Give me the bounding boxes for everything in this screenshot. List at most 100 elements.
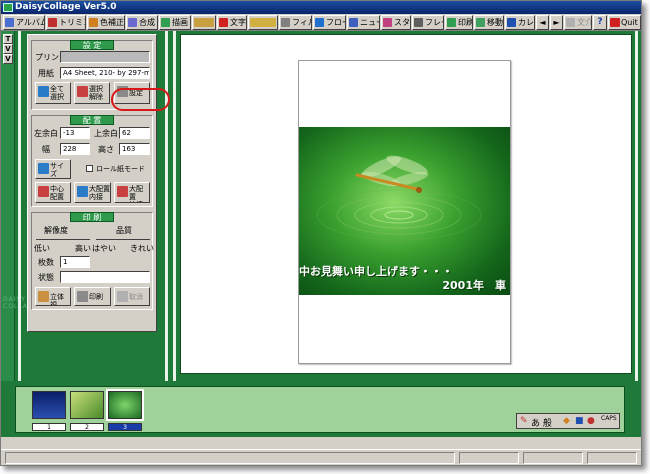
thumbnail-3[interactable] <box>106 389 144 421</box>
tool-stamp-button[interactable]: スタンプ <box>381 15 411 30</box>
select-all-button[interactable]: 全て 選択 <box>35 82 71 104</box>
tool-neuro-button[interactable]: ニューロ <box>347 15 380 30</box>
print-section: 印 刷 解像度 品質 低い 高い はやい きれい 枚数 1 状態 立体視 印刷 … <box>31 212 154 310</box>
thumbnail-1[interactable] <box>32 391 66 419</box>
quit-button[interactable]: Quit <box>608 15 641 30</box>
stereo-view-button[interactable]: 立体視 <box>35 287 71 306</box>
quality-slider[interactable] <box>96 239 150 240</box>
print-title: 印 刷 <box>70 212 114 222</box>
fast-label: はやい <box>92 244 116 253</box>
status-pane-2 <box>459 452 519 464</box>
palette-icon[interactable]: ◆ <box>563 416 570 426</box>
left-strip-v-button[interactable]: V <box>3 44 13 54</box>
main-toolbar: アルバム トリミング 色補正 合成 描画 文字 フィルタ フロート ニューロ ス… <box>1 14 641 31</box>
mini-palette: ✎ あ 般 ◆ ■ ● CAPS <box>516 413 620 429</box>
nav-prev-button[interactable]: ◄ <box>536 15 549 30</box>
tool-composite-button[interactable]: 合成 <box>126 15 158 30</box>
app-window: DaisyCollage Ver5.0 アルバム トリミング 色補正 合成 描画… <box>0 0 642 466</box>
tool-print-button[interactable]: 印刷 <box>445 15 473 30</box>
help-button[interactable]: ? <box>593 15 607 30</box>
thumbnail-3-number[interactable]: 3 <box>108 423 142 431</box>
left-strip-t-button[interactable]: T <box>3 34 13 44</box>
quality-label: 品質 <box>116 226 132 235</box>
tool-move-button[interactable]: 移動 <box>474 15 504 30</box>
frame-icon <box>414 18 423 27</box>
width-label: 幅 <box>42 145 50 154</box>
title-bar: DaisyCollage Ver5.0 <box>1 1 641 14</box>
nav-next-button[interactable]: ► <box>550 15 563 30</box>
tool-image-button[interactable] <box>192 15 216 30</box>
vertical-logo-text: DAISY COLLAGE <box>3 296 37 310</box>
caps-kana-icon[interactable]: CAPS <box>601 415 617 422</box>
low-label: 低い <box>34 244 50 253</box>
deselect-button[interactable]: 選択 解除 <box>74 82 110 104</box>
copies-label: 枚数 <box>38 258 54 267</box>
status-bar <box>1 449 641 465</box>
dragonfly-icon <box>355 155 429 193</box>
printer-name-field[interactable] <box>60 51 150 63</box>
left-strip: T V V DAISY COLLAGE <box>1 31 37 381</box>
paper-sheet[interactable]: 中お見舞い申し上げます・・・ 2001年 車 <box>298 60 511 364</box>
height-label: 高さ <box>98 145 114 154</box>
max-inner-button[interactable]: 大配置 内接 <box>74 182 111 203</box>
book-icon[interactable]: ■ <box>575 416 584 426</box>
tool-style-button[interactable] <box>248 15 278 30</box>
app-icon <box>3 3 13 12</box>
copies-input[interactable]: 1 <box>60 256 90 268</box>
thumbnail-2[interactable] <box>70 391 104 419</box>
window-title: DaisyCollage Ver5.0 <box>15 2 117 12</box>
print-icon <box>447 18 456 27</box>
quit-arrow-icon <box>610 18 620 27</box>
resize-icon <box>38 163 49 174</box>
paper-field[interactable]: A4 Sheet, 210- by 297-mill <box>60 67 150 79</box>
redo-button[interactable]: 文介 <box>564 15 592 30</box>
tool-text-button[interactable]: 文字 <box>217 15 247 30</box>
tool-float-button[interactable]: フロート <box>313 15 346 30</box>
tool-album-button[interactable]: アルバム <box>3 15 45 30</box>
left-margin-input[interactable]: -13 <box>60 127 90 139</box>
left-strip-v2-button[interactable]: V <box>3 54 13 64</box>
high-label: 高い <box>75 244 91 253</box>
pin-icon[interactable]: ✎ <box>520 416 528 426</box>
max-inner-icon <box>77 186 88 197</box>
center-icon <box>38 186 49 197</box>
resize-button[interactable]: サイズ 変更 <box>35 159 71 179</box>
float-icon <box>315 18 324 27</box>
fine-label: きれい <box>130 244 154 253</box>
height-input[interactable]: 163 <box>119 143 150 155</box>
greeting-line1: 中お見舞い申し上げます・・・ <box>299 265 453 278</box>
tool-icon[interactable]: ● <box>587 416 595 426</box>
bottom-strip: 1 2 3 ✎ あ 般 ◆ ■ ● CAPS <box>1 381 641 437</box>
roll-mode-checkbox[interactable] <box>86 165 93 172</box>
print-button[interactable]: 印刷 <box>74 287 111 306</box>
image-icon <box>194 18 214 27</box>
thumbnail-2-number[interactable]: 2 <box>70 423 104 431</box>
tool-frame-button[interactable]: フレーム <box>412 15 444 30</box>
ime-label[interactable]: あ 般 <box>531 416 552 429</box>
dragonfly-photo[interactable]: 中お見舞い申し上げます・・・ 2001年 車 <box>299 127 510 295</box>
highlight-circle <box>111 88 170 111</box>
printer-icon <box>77 291 88 302</box>
max-outer-button[interactable]: 大配置 外接 <box>114 182 150 203</box>
rail-mid1 <box>165 31 168 381</box>
cancel-print-button[interactable]: 取消 <box>114 287 150 306</box>
tool-filter-button[interactable]: フィルタ <box>279 15 312 30</box>
tool-trimming-button[interactable]: トリミング <box>46 15 86 30</box>
print-control-panel: 設 定 プリンタ名 用紙 A4 Sheet, 210- by 297-mill … <box>27 34 170 332</box>
calendar-icon <box>507 18 516 27</box>
tool-draw-button[interactable]: 描画 <box>159 15 191 30</box>
status-label: 状態 <box>38 273 54 282</box>
status-field <box>60 271 150 283</box>
text-icon <box>219 18 228 27</box>
tool-color-correct-button[interactable]: 色補正 <box>87 15 125 30</box>
resolution-slider[interactable] <box>36 239 90 240</box>
select-all-icon <box>38 86 49 97</box>
move-icon <box>476 18 485 27</box>
layout-section: 配 置 左余白 -13 上余白 62 幅 228 高さ 163 サイズ 変更 ロ… <box>31 115 153 207</box>
thumbnail-1-number[interactable]: 1 <box>32 423 66 431</box>
rail-mid2 <box>173 31 176 381</box>
top-margin-input[interactable]: 62 <box>119 127 150 139</box>
center-button[interactable]: 中心 配置 <box>35 182 71 203</box>
tool-calendar-button[interactable]: カレンダ <box>505 15 535 30</box>
width-input[interactable]: 228 <box>60 143 90 155</box>
